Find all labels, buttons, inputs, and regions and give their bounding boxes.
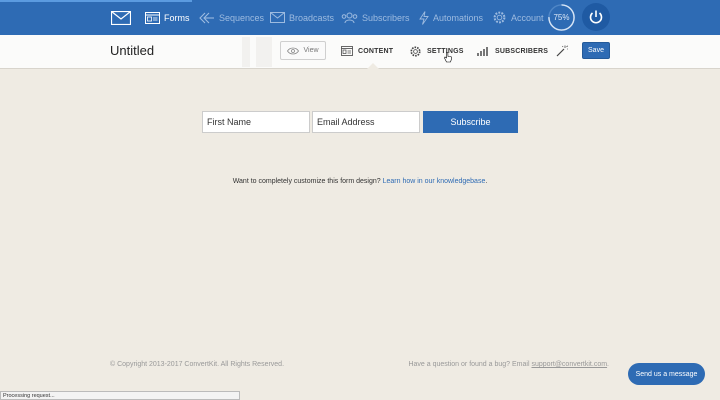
nav-subscribers-label: Subscribers (362, 12, 410, 23)
support-email-link[interactable]: support@convertkit.com (531, 361, 607, 368)
mail-icon (111, 10, 131, 25)
page-title: Untitled (110, 43, 155, 58)
send-message-button[interactable]: Send us a message (628, 363, 705, 385)
tab-content-label: CONTENT (358, 47, 394, 55)
nav-broadcasts[interactable]: Broadcasts (270, 0, 334, 35)
customize-message: Want to completely customize this form d… (0, 178, 720, 185)
subscribe-button[interactable]: Subscribe (423, 111, 518, 133)
email-input[interactable]: Email Address (312, 111, 420, 133)
first-name-input[interactable]: First Name (202, 111, 310, 133)
subscribers-icon (341, 12, 358, 23)
nav-forms-label: Forms (164, 12, 190, 23)
nav-automations[interactable]: Automations (419, 0, 483, 35)
forms-icon (145, 11, 160, 24)
save-button[interactable]: Save (582, 42, 610, 59)
broadcasts-icon (270, 12, 285, 23)
progress-percentage: 75% (553, 13, 570, 22)
nav-forms[interactable]: Forms (145, 0, 190, 35)
tab-settings[interactable]: SETTINGS (409, 44, 464, 58)
divider (256, 37, 272, 67)
sequences-icon (199, 12, 214, 23)
view-button[interactable]: View (280, 41, 326, 60)
home-logo[interactable] (111, 0, 135, 35)
tab-content[interactable]: CONTENT (341, 44, 393, 58)
power-icon (589, 10, 603, 24)
customize-text: Want to completely customize this form d… (232, 178, 381, 185)
nav-account-label: Account (511, 12, 544, 23)
gear-icon (410, 45, 421, 57)
browser-status-bar: Processing request... (0, 391, 240, 400)
magic-wand-icon[interactable] (555, 45, 568, 58)
support-question: Have a question or found a bug? Email (408, 361, 530, 368)
cursor-hand-icon (444, 52, 452, 63)
nav-broadcasts-label: Broadcasts (289, 12, 335, 23)
divider (242, 37, 250, 67)
copyright-text: © Copyright 2013-2017 ConvertKit. All Ri… (110, 361, 285, 368)
nav-subscribers[interactable]: Subscribers (341, 0, 410, 35)
content-icon (341, 46, 353, 56)
nav-sequences[interactable]: Sequences (199, 0, 264, 35)
power-button[interactable] (582, 3, 610, 31)
eye-icon (287, 47, 300, 54)
knowledgebase-link[interactable]: Learn how in our knowledgebase (383, 178, 486, 185)
customize-period: . (485, 178, 488, 185)
view-button-label: View (303, 47, 319, 54)
support-period: . (607, 361, 609, 368)
editor-toolbar: Untitled View CONTENT SETTINGS SUBSCRIBE… (0, 35, 720, 69)
top-navigation: Forms Sequences Broadcasts Subscribers A… (0, 0, 720, 35)
nav-account[interactable]: Account (492, 0, 544, 35)
tab-subscribers[interactable]: SUBSCRIBERS (477, 44, 548, 58)
active-tab-indicator (367, 63, 379, 69)
nav-sequences-label: Sequences (219, 12, 265, 23)
nav-automations-label: Automations (433, 12, 484, 23)
bar-chart-icon (477, 46, 488, 56)
tab-subscribers-label: SUBSCRIBERS (495, 47, 549, 55)
support-text: Have a question or found a bug? Email su… (408, 361, 609, 368)
automations-icon (419, 10, 429, 25)
gear-icon (493, 11, 506, 24)
